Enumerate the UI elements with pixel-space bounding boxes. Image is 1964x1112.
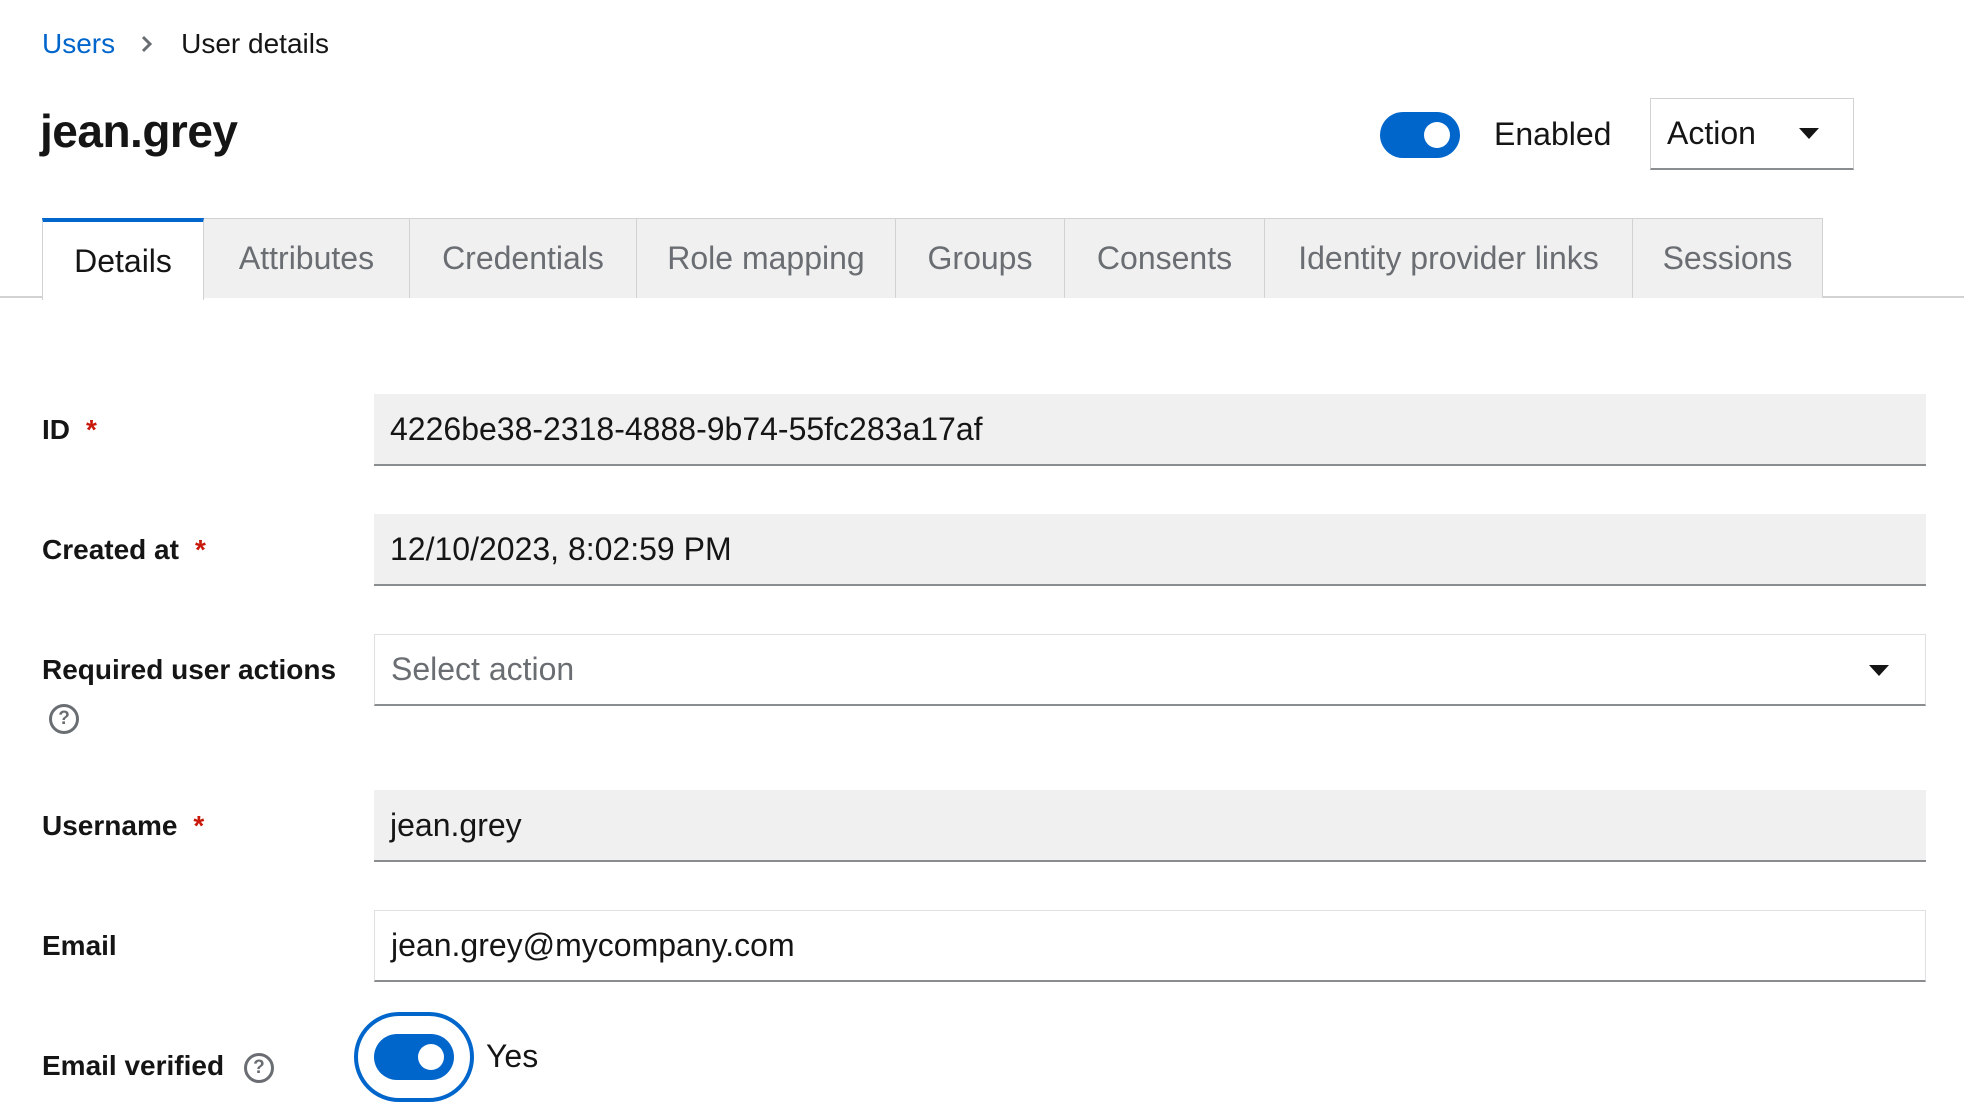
chevron-right-icon [135,34,159,54]
email-label: Email [42,930,117,961]
created-at-field: 12/10/2023, 8:02:59 PM [374,514,1926,586]
username-field: jean.grey [374,790,1926,862]
action-dropdown-label: Action [1667,115,1756,151]
id-label: ID * [42,414,97,446]
tab-role-mapping[interactable]: Role mapping [637,218,896,298]
tab-identity-provider-links[interactable]: Identity provider links [1265,218,1633,298]
required-mark: * [194,534,206,565]
created-at-label: Created at * [42,534,206,566]
breadcrumb-users-link[interactable]: Users [42,28,115,60]
created-at-label-text: Created at [42,534,179,565]
tab-attributes[interactable]: Attributes [204,218,410,298]
username-label-text: Username [42,810,178,841]
email-field[interactable]: jean.grey@mycompany.com [374,910,1926,982]
action-dropdown[interactable]: Action [1650,98,1854,170]
email-verified-label-text: Email verified [42,1050,225,1081]
tab-bar: Details Attributes Credentials Role mapp… [0,218,1964,300]
toggle-knob [418,1044,444,1070]
required-actions-select[interactable]: Select action [374,634,1926,706]
tab-consents[interactable]: Consents [1065,218,1265,298]
tab-sessions[interactable]: Sessions [1633,218,1823,298]
header-actions: Enabled Action [1324,98,1964,172]
required-actions-placeholder: Select action [391,651,575,687]
toggle-knob [1424,122,1450,148]
breadcrumb-current: User details [181,28,329,59]
question-circle-icon[interactable]: ? [49,704,79,734]
tab-credentials[interactable]: Credentials [410,218,637,298]
breadcrumb: Users User details [42,24,329,64]
email-verified-label: Email verified ? [42,1050,274,1083]
email-verified-toggle[interactable] [354,1012,474,1102]
id-label-text: ID [42,414,70,445]
email-verified-value: Yes [486,1038,539,1074]
tab-details[interactable]: Details [42,218,204,300]
enabled-toggle[interactable] [1380,112,1460,158]
caret-down-icon [1869,665,1889,676]
required-actions-label: Required user actions [42,654,337,685]
caret-down-icon [1799,128,1819,139]
username-label: Username * [42,810,204,842]
required-mark: * [86,414,97,445]
question-circle-icon[interactable]: ? [243,1052,274,1083]
id-field: 4226be38-2318-4888-9b74-55fc283a17af [374,394,1926,466]
enabled-label: Enabled [1494,116,1612,152]
toggle-track [374,1034,454,1080]
tab-groups[interactable]: Groups [896,218,1065,298]
page-title: jean.grey [40,105,238,157]
required-mark: * [193,810,205,841]
